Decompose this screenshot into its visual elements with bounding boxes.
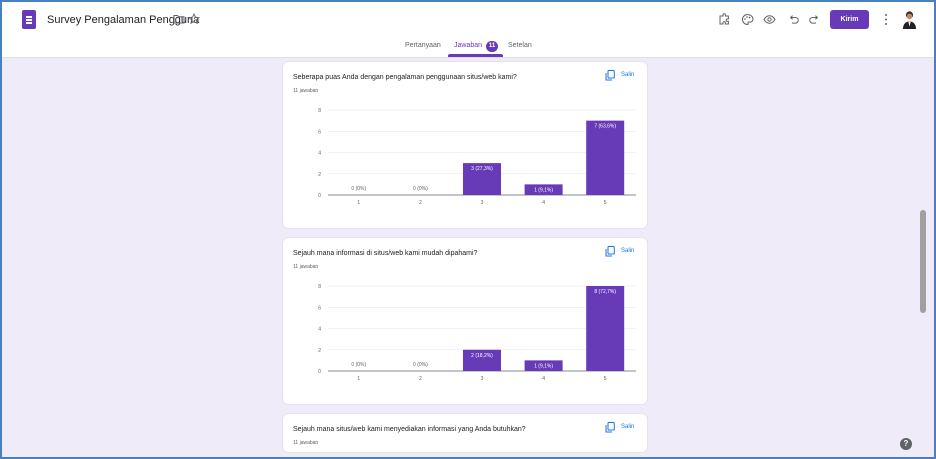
window-frame: Survey Pengalaman Pengguna Kirim Pertany… bbox=[0, 0, 936, 459]
forms-logo-icon[interactable] bbox=[22, 10, 36, 29]
help-icon[interactable]: ? bbox=[900, 438, 912, 450]
copy-label: Salin bbox=[621, 72, 635, 78]
copy-icon bbox=[605, 246, 615, 257]
x-tick-label: 4 bbox=[542, 200, 545, 206]
avatar[interactable] bbox=[900, 9, 919, 29]
folder-icon[interactable] bbox=[173, 13, 185, 25]
question-card: Seberapa puas Anda dengan pengalaman pen… bbox=[282, 61, 648, 229]
question-title: Sejauh mana situs/web kami menyediakan i… bbox=[293, 426, 526, 433]
x-tick-label: 1 bbox=[357, 200, 360, 206]
data-label: 0 (0%) bbox=[351, 362, 366, 368]
x-tick-label: 1 bbox=[357, 376, 360, 382]
y-tick-label: 4 bbox=[318, 327, 321, 333]
y-tick-label: 2 bbox=[318, 172, 321, 178]
send-button[interactable]: Kirim bbox=[830, 10, 869, 29]
y-tick-label: 0 bbox=[318, 369, 321, 375]
y-tick-label: 8 bbox=[318, 284, 321, 290]
palette-icon[interactable] bbox=[741, 13, 754, 26]
y-tick-label: 2 bbox=[318, 348, 321, 354]
scrollbar[interactable] bbox=[920, 210, 926, 313]
y-tick-label: 8 bbox=[318, 108, 321, 114]
responses-panel: Seberapa puas Anda dengan pengalaman pen… bbox=[12, 59, 924, 457]
redo-icon[interactable] bbox=[808, 13, 821, 26]
x-tick-label: 5 bbox=[604, 376, 607, 382]
x-tick-label: 3 bbox=[481, 376, 484, 382]
data-label: 3 (27,3%) bbox=[471, 166, 493, 172]
bar[interactable] bbox=[586, 120, 625, 195]
copy-chart-button[interactable]: Salin bbox=[605, 70, 639, 82]
preview-eye-icon[interactable] bbox=[763, 13, 776, 26]
more-vert-icon[interactable] bbox=[884, 13, 888, 26]
data-label: 1 (9,1%) bbox=[534, 187, 553, 193]
data-label: 0 (0%) bbox=[351, 186, 366, 192]
x-tick-label: 5 bbox=[604, 200, 607, 206]
response-count: 11 jawaban bbox=[293, 440, 319, 446]
copy-chart-button[interactable]: Salin bbox=[605, 422, 639, 434]
answers-count-badge: 11 bbox=[486, 41, 498, 52]
data-label: 7 (63,6%) bbox=[594, 124, 616, 130]
response-count: 11 jawaban bbox=[293, 264, 319, 270]
copy-label: Salin bbox=[621, 424, 635, 430]
bar-chart: 0 2 4 6 8 0 (0%) 1 0 (0%) 2 3 (27,3%) 3 1 (9,1%) 4 7 … bbox=[283, 102, 649, 212]
chart-svg: 0 2 4 6 8 0 (0%) 1 0 (0%) 2 2 (18,2%) 3 1 (9,1%) 4 8 … bbox=[318, 284, 636, 382]
x-tick-label: 4 bbox=[542, 376, 545, 382]
copy-label: Salin bbox=[621, 248, 635, 254]
tab-settings[interactable]: Setelan bbox=[508, 42, 532, 49]
x-tick-label: 2 bbox=[419, 200, 422, 206]
data-label: 8 (72,7%) bbox=[594, 289, 616, 295]
tab-answers[interactable]: Jawaban bbox=[454, 42, 482, 49]
copy-icon bbox=[605, 70, 615, 81]
bar-chart: 0 2 4 6 8 0 (0%) 1 0 (0%) 2 2 (18,2%) 3 1 (9,1%) 4 8 … bbox=[283, 278, 649, 388]
top-bar: Survey Pengalaman Pengguna Kirim bbox=[2, 2, 934, 38]
undo-icon[interactable] bbox=[787, 13, 800, 26]
response-count: 11 jawaban bbox=[293, 88, 319, 94]
copy-chart-button[interactable]: Salin bbox=[605, 246, 639, 258]
x-tick-label: 2 bbox=[419, 376, 422, 382]
data-label: 1 (9,1%) bbox=[534, 363, 553, 369]
data-label: 2 (18,2%) bbox=[471, 353, 493, 359]
tab-questions[interactable]: Pertanyaan bbox=[405, 42, 441, 49]
active-tab-indicator bbox=[448, 54, 503, 57]
x-tick-label: 3 bbox=[481, 200, 484, 206]
y-tick-label: 0 bbox=[318, 193, 321, 199]
y-tick-label: 6 bbox=[318, 305, 321, 311]
data-label: 0 (0%) bbox=[413, 362, 428, 368]
copy-icon bbox=[605, 422, 615, 433]
question-title: Sejauh mana informasi di situs/web kami … bbox=[293, 250, 478, 257]
star-icon[interactable] bbox=[188, 13, 200, 25]
data-label: 0 (0%) bbox=[413, 186, 428, 192]
chart-svg: 0 2 4 6 8 0 (0%) 1 0 (0%) 2 3 (27,3%) 3 1 (9,1%) 4 7 … bbox=[318, 108, 636, 206]
tab-bar: Pertanyaan Jawaban 11 Setelan bbox=[2, 38, 934, 58]
question-card: Sejauh mana informasi di situs/web kami … bbox=[282, 237, 648, 405]
bar[interactable] bbox=[586, 286, 625, 371]
question-title: Seberapa puas Anda dengan pengalaman pen… bbox=[293, 74, 517, 81]
y-tick-label: 6 bbox=[318, 129, 321, 135]
question-card: Sejauh mana situs/web kami menyediakan i… bbox=[282, 413, 648, 453]
y-tick-label: 4 bbox=[318, 151, 321, 157]
addon-icon[interactable] bbox=[718, 13, 731, 26]
